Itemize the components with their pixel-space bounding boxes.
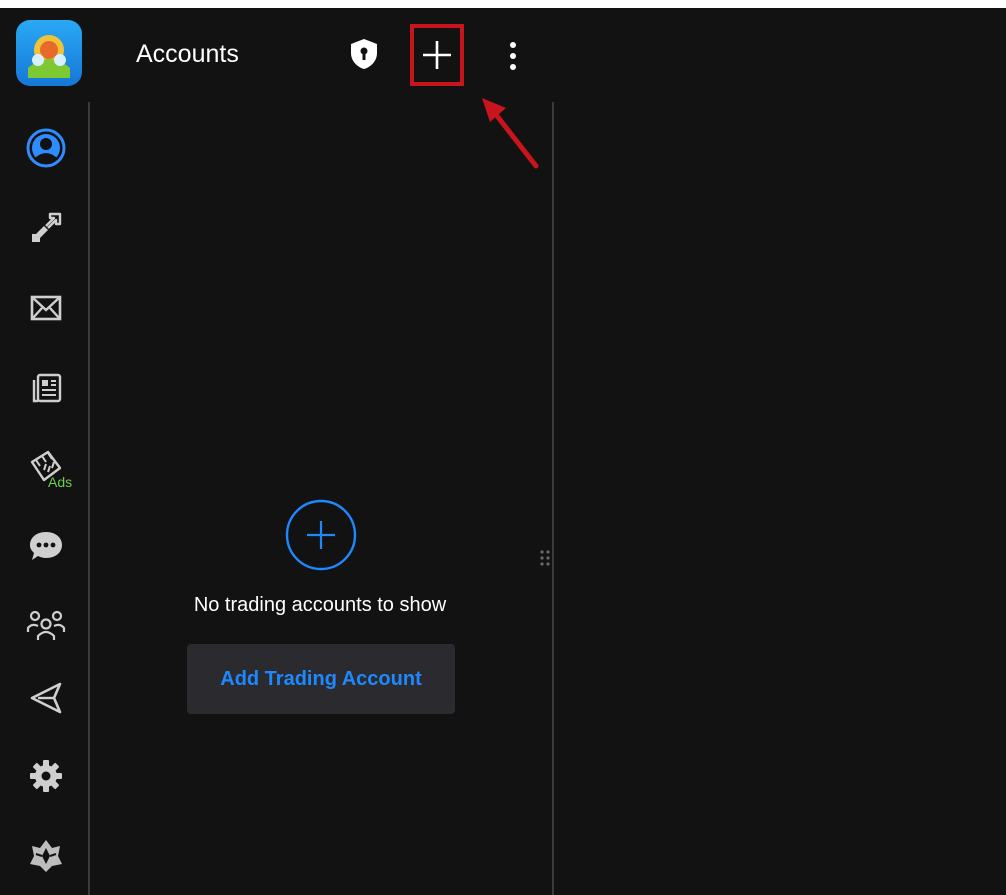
empty-state-message: No trading accounts to show	[193, 594, 447, 616]
app-screen: Ads Accounts No trading accounts to show…	[0, 8, 1006, 895]
newspaper-icon	[32, 373, 62, 403]
chat-bubble-icon	[30, 532, 62, 560]
add-trading-account-button[interactable]: Add Trading Account	[187, 644, 455, 714]
people-icon	[26, 610, 66, 640]
sidebar: Ads	[0, 8, 88, 895]
detail-pane	[554, 102, 1006, 895]
more-options-button[interactable]	[498, 36, 528, 76]
sidebar-divider	[88, 102, 90, 895]
sidebar-item-accounts[interactable]	[16, 122, 76, 174]
user-circle-icon	[26, 128, 66, 168]
trade-arrows-icon	[32, 212, 62, 242]
crown-logo-icon	[30, 840, 62, 872]
add-circle-icon[interactable]	[285, 499, 357, 571]
sidebar-item-about[interactable]	[16, 830, 76, 882]
sidebar-item-news[interactable]	[16, 362, 76, 414]
more-vert-icon	[510, 42, 516, 70]
sidebar-item-chats[interactable]	[16, 520, 76, 572]
paper-plane-icon	[30, 682, 62, 714]
page-title: Accounts	[136, 40, 239, 68]
sidebar-item-mailbox[interactable]	[16, 282, 76, 334]
sidebar-item-community[interactable]	[16, 600, 76, 652]
shield-icon	[351, 39, 377, 69]
ads-badge: Ads	[48, 474, 73, 490]
security-button[interactable]	[344, 34, 384, 74]
annotation-arrow-icon	[482, 98, 539, 169]
sidebar-item-settings[interactable]	[16, 750, 76, 802]
annotation-highlight-box	[410, 24, 464, 86]
sidebar-item-telegram[interactable]	[16, 672, 76, 724]
envelope-icon	[30, 295, 62, 321]
gear-icon	[30, 760, 62, 792]
drag-handle-icon[interactable]	[539, 548, 551, 572]
sidebar-item-trade[interactable]	[16, 202, 76, 254]
